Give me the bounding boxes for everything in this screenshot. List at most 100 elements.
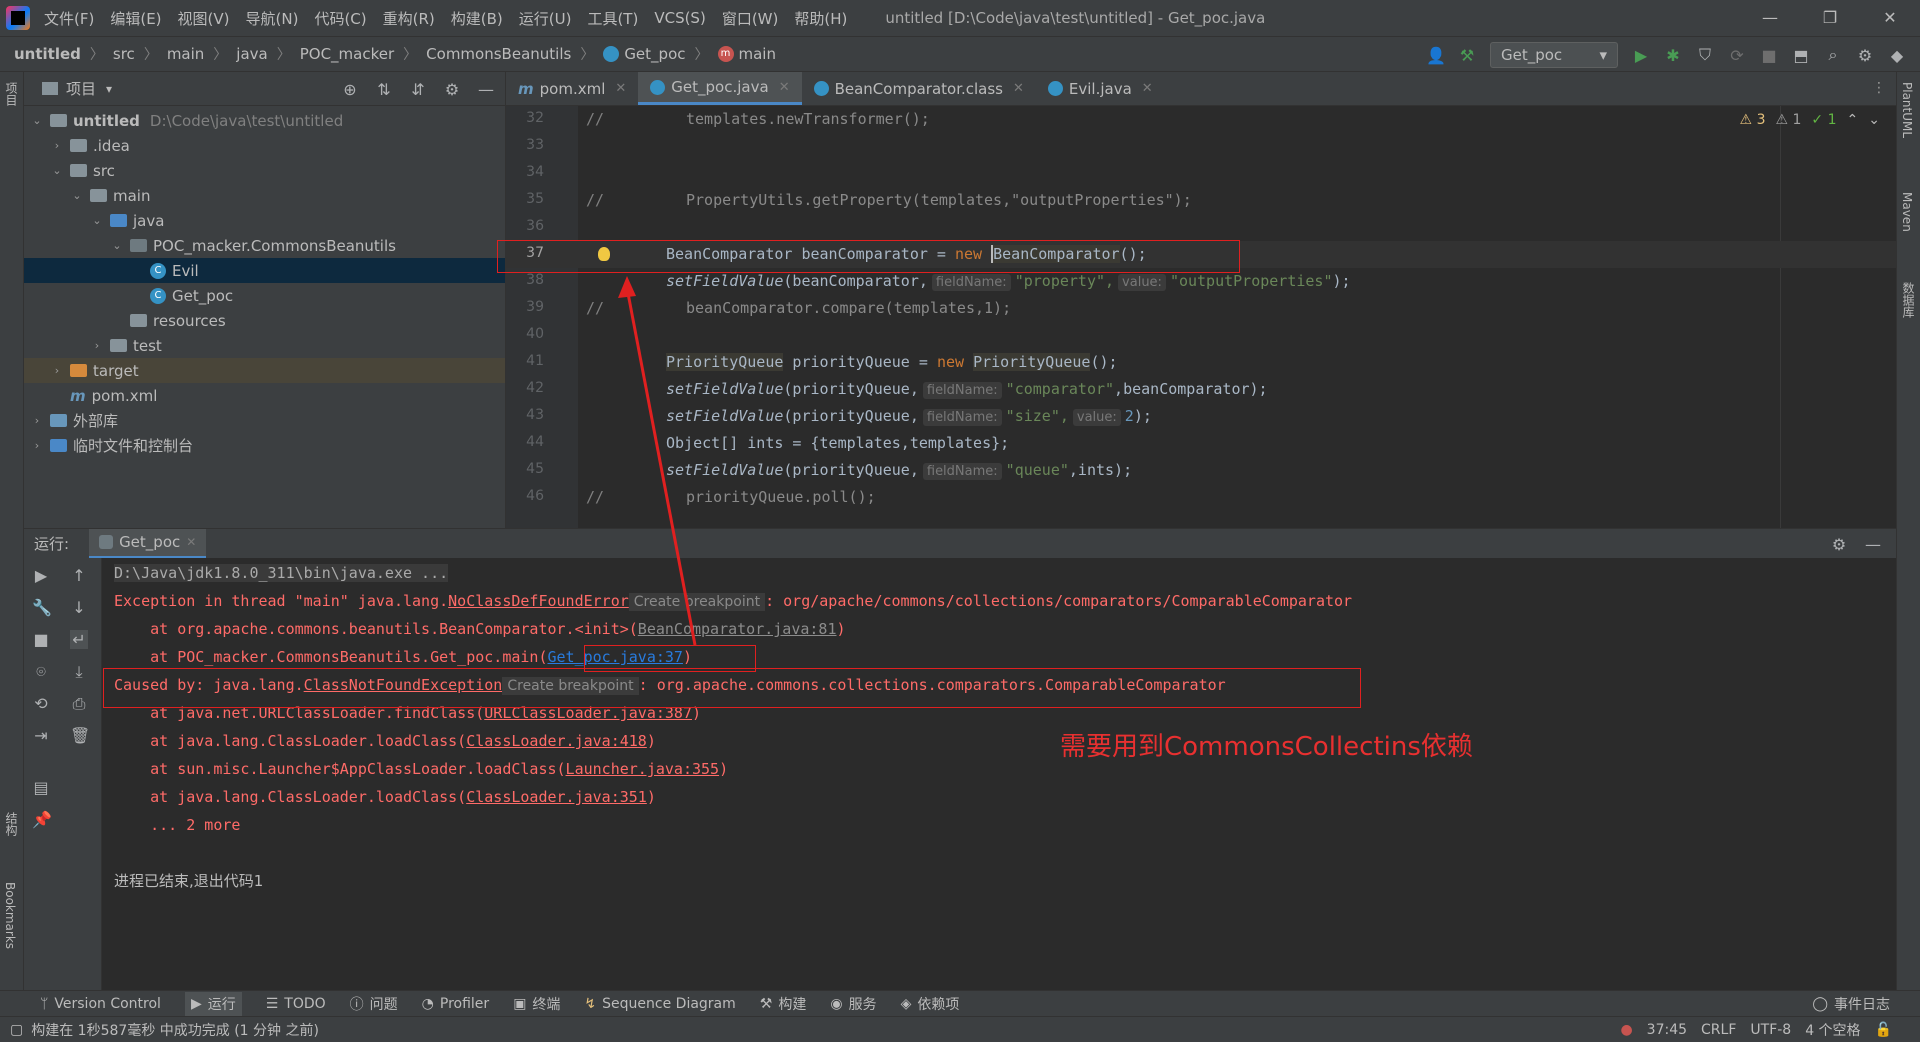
locate-icon[interactable]: ⊕ — [341, 80, 359, 99]
tool-problems[interactable]: ⓘ 问题 — [350, 994, 398, 1014]
breadcrumb-commonsbeanutils[interactable]: CommonsBeanutils — [426, 45, 571, 63]
coverage-icon[interactable]: ⛉ — [1696, 45, 1714, 65]
chevron-right-icon[interactable]: › — [50, 139, 64, 152]
run-icon[interactable]: ▶ — [1632, 46, 1650, 65]
close-icon[interactable]: ✕ — [1860, 0, 1920, 36]
line-separator[interactable]: CRLF — [1701, 1022, 1736, 1038]
menu-run[interactable]: 运行(U) — [519, 8, 572, 29]
menu-navigate[interactable]: 导航(N) — [246, 8, 299, 29]
tree-item-test[interactable]: › test — [24, 333, 505, 358]
print-icon[interactable]: ⎙ — [70, 694, 88, 714]
tool-run[interactable]: ▶ 运行 — [184, 991, 242, 1016]
tree-item-package[interactable]: ⌄ POC_macker.CommonsBeanutils — [24, 233, 505, 258]
chevron-down-icon[interactable]: ▾ — [106, 82, 112, 96]
chevron-right-icon[interactable]: › — [50, 364, 64, 377]
project-tool-button[interactable]: 项目 — [3, 82, 20, 106]
cursor-position[interactable]: 37:45 — [1647, 1022, 1687, 1038]
tool-sequence-diagram[interactable]: ↯ Sequence Diagram — [584, 996, 735, 1012]
error-indicator-icon[interactable]: ● — [1620, 1022, 1632, 1038]
menu-tools[interactable]: 工具(T) — [587, 8, 638, 29]
tree-item-untitled[interactable]: ⌄ untitled D:\Code\java\test\untitled — [24, 108, 505, 133]
chevron-down-icon[interactable]: ⌄ — [90, 214, 104, 227]
tab-evil-java[interactable]: Evil.java ✕ — [1036, 72, 1165, 105]
chevron-down-icon[interactable]: ⌄ — [70, 189, 84, 202]
project-panel-title[interactable]: 项目 — [66, 78, 96, 99]
tree-item-external-libraries[interactable]: › 外部库 — [24, 408, 505, 433]
tool-terminal[interactable]: ▣ 终端 — [513, 994, 560, 1014]
tree-item-main[interactable]: ⌄ main — [24, 183, 505, 208]
chevron-down-icon[interactable]: ⌄ — [110, 239, 124, 252]
close-icon[interactable]: ✕ — [779, 80, 790, 95]
menu-code[interactable]: 代码(C) — [314, 8, 366, 29]
breadcrumb-src[interactable]: src — [113, 45, 135, 63]
source-link[interactable]: ClassLoader.java:351 — [466, 788, 647, 806]
profile-icon[interactable]: ⟳ — [1728, 46, 1746, 65]
indent-setting[interactable]: 4 个空格 — [1805, 1020, 1860, 1040]
restore-icon[interactable]: ❐ — [1800, 0, 1860, 36]
status-message[interactable]: 构建在 1秒587毫秒 中成功完成 (1 分钟 之前) — [31, 1020, 319, 1040]
structure-tool-button[interactable]: 结构 — [3, 812, 20, 836]
arrow-up-icon[interactable]: ↑ — [70, 566, 88, 585]
bookmarks-tool-button[interactable]: Bookmarks — [3, 882, 17, 949]
pin-icon[interactable]: 📌 — [32, 810, 52, 829]
tool-version-control[interactable]: ᛘ Version Control — [40, 996, 161, 1012]
tool-todo[interactable]: ☰ TODO — [266, 996, 326, 1012]
lock-icon[interactable]: 🔓 — [1875, 1022, 1892, 1038]
vcs-update-icon[interactable]: ⬒ — [1792, 46, 1810, 65]
breadcrumb-untitled[interactable]: untitled — [14, 45, 81, 63]
menu-file[interactable]: 文件(F) — [44, 8, 94, 29]
menu-window[interactable]: 窗口(W) — [722, 8, 779, 29]
minimize-icon[interactable]: — — [1740, 0, 1800, 36]
source-link[interactable]: Launcher.java:355 — [566, 760, 720, 778]
breadcrumb-main[interactable]: main — [167, 45, 204, 63]
tree-item-pom[interactable]: m pom.xml — [24, 383, 505, 408]
tree-item-target[interactable]: › target — [24, 358, 505, 383]
close-icon[interactable]: ✕ — [186, 535, 196, 549]
menu-view[interactable]: 视图(V) — [178, 8, 230, 29]
layout-icon[interactable]: ▤ — [32, 778, 50, 797]
stop-icon[interactable]: ■ — [1760, 46, 1778, 65]
tree-item-get-poc[interactable]: C Get_poc — [24, 283, 505, 308]
close-icon[interactable]: ✕ — [1013, 81, 1024, 96]
expand-all-icon[interactable]: ⇅ — [375, 80, 393, 99]
tool-services[interactable]: ◉ 服务 — [830, 994, 876, 1014]
hide-icon[interactable]: — — [1864, 535, 1882, 554]
search-icon[interactable]: ⌕ — [1824, 45, 1842, 65]
tool-event-log[interactable]: ◯ 事件日志 — [1812, 994, 1890, 1014]
chevron-right-icon[interactable]: › — [30, 439, 44, 452]
create-breakpoint-button[interactable]: Create breakpoint — [628, 593, 766, 611]
close-icon[interactable]: ✕ — [1142, 81, 1153, 96]
menu-help[interactable]: 帮助(H) — [794, 8, 847, 29]
gear-icon[interactable]: ⚙ — [443, 80, 461, 99]
close-icon[interactable]: ✕ — [615, 81, 626, 96]
chevron-right-icon[interactable]: › — [90, 339, 104, 352]
file-encoding[interactable]: UTF-8 — [1750, 1022, 1791, 1038]
console-command-line[interactable]: D:\Java\jdk1.8.0_311\bin\java.exe ... — [114, 564, 449, 582]
exit-icon[interactable]: ⇥ — [32, 726, 50, 745]
restore-layout-icon[interactable]: ⟲ — [32, 694, 50, 713]
tool-build[interactable]: ⚒ 构建 — [760, 994, 807, 1014]
tab-beancomparator-class[interactable]: BeanComparator.class ✕ — [802, 72, 1036, 105]
breadcrumb-get-poc[interactable]: Get_poc — [603, 45, 686, 63]
scroll-to-end-icon[interactable]: ⤓ — [70, 662, 88, 682]
hammer-build-icon[interactable]: ⚒ — [1458, 46, 1476, 65]
tab-get-poc-java[interactable]: Get_poc.java ✕ — [638, 72, 802, 105]
tree-item-scratches[interactable]: › 临时文件和控制台 — [24, 433, 505, 458]
camera-icon[interactable]: ⌾ — [32, 662, 50, 682]
tool-profiler[interactable]: ◔ Profiler — [422, 996, 490, 1012]
breadcrumb-main-method[interactable]: m main — [717, 45, 776, 63]
source-link[interactable]: ClassLoader.java:418 — [466, 732, 647, 750]
run-config-select[interactable]: Get_poc ▾ — [1490, 42, 1618, 68]
tree-item-idea[interactable]: › .idea — [24, 133, 505, 158]
chevron-down-icon[interactable]: ⌄ — [30, 114, 44, 127]
menu-edit[interactable]: 编辑(E) — [110, 8, 161, 29]
stop-icon[interactable]: ■ — [32, 630, 50, 649]
exception-link[interactable]: NoClassDefFoundError — [448, 592, 629, 610]
menu-refactor[interactable]: 重构(R) — [383, 8, 435, 29]
wrench-icon[interactable]: 🔧 — [32, 598, 52, 617]
tree-item-resources[interactable]: resources — [24, 308, 505, 333]
tree-item-java[interactable]: ⌄ java — [24, 208, 505, 233]
status-toggle-icon[interactable]: ▢ — [10, 1022, 23, 1038]
breadcrumb-poc-macker[interactable]: POC_macker — [300, 45, 394, 63]
database-tool-button[interactable]: 数据库 — [1900, 282, 1917, 318]
